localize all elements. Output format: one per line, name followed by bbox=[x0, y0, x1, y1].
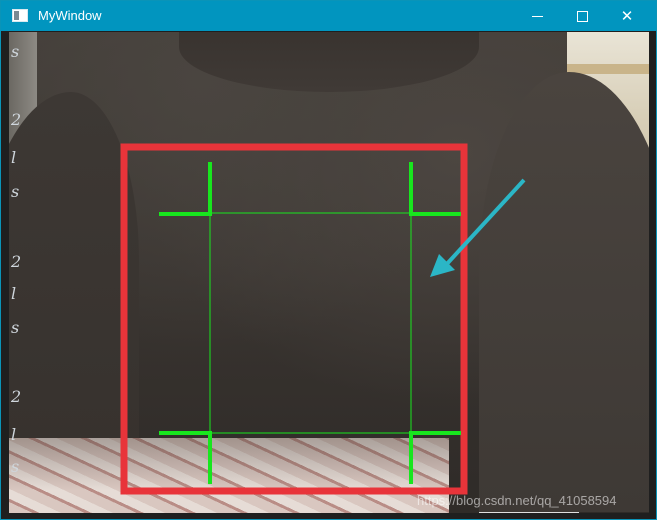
corner-mark-top-left bbox=[159, 162, 212, 216]
maximize-button[interactable] bbox=[559, 1, 605, 31]
app-window-icon bbox=[12, 9, 28, 22]
corner-mark-bottom-left bbox=[159, 431, 212, 484]
minimize-button[interactable] bbox=[514, 1, 560, 31]
roi-rectangle bbox=[209, 212, 412, 434]
maximize-icon bbox=[576, 10, 588, 22]
window-title: MyWindow bbox=[38, 8, 102, 23]
annotation-arrow bbox=[443, 178, 526, 268]
detection-overlay bbox=[120, 143, 526, 495]
app-window: MyWindow ✕ s 2 l s 2 l s 2 l s https://b… bbox=[0, 0, 657, 520]
camera-view: s 2 l s 2 l s 2 l s https://blog.csdn.ne… bbox=[9, 32, 649, 513]
watermark-text: https://blog.csdn.net/qq_41058594 bbox=[417, 493, 617, 508]
title-bar[interactable]: MyWindow ✕ bbox=[1, 1, 656, 31]
minimize-icon bbox=[531, 16, 543, 17]
corner-mark-top-right bbox=[409, 162, 461, 216]
close-icon: ✕ bbox=[620, 6, 634, 25]
corner-mark-bottom-right bbox=[409, 431, 461, 484]
close-button[interactable]: ✕ bbox=[604, 1, 650, 31]
